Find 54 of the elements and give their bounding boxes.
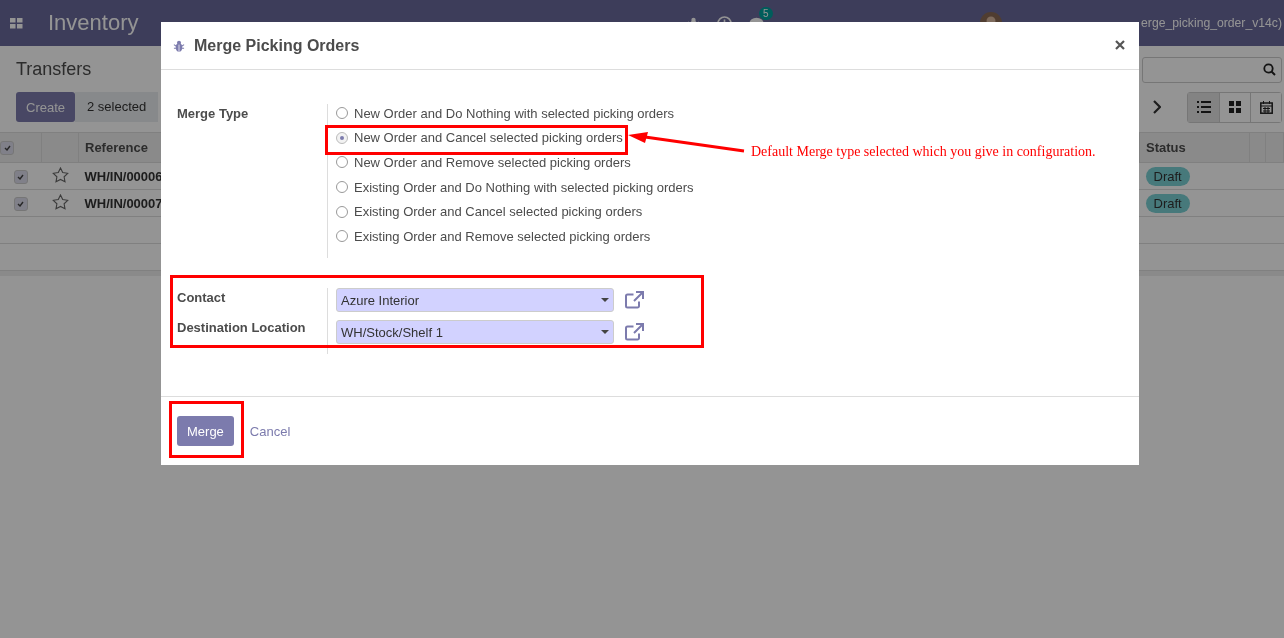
radio-label[interactable]: New Order and Cancel selected picking orders (354, 130, 623, 146)
star-icon[interactable] (51, 193, 69, 210)
radio-label[interactable]: Existing Order and Remove selected picking orders (354, 228, 651, 244)
star-icon[interactable] (51, 166, 69, 183)
bug-icon (173, 39, 185, 52)
radio-label[interactable]: Existing Order and Do Nothing with selected picking orders (354, 179, 694, 195)
radio-label[interactable]: New Order and Remove selected picking orders (354, 155, 631, 170)
list-icon[interactable] (1196, 101, 1211, 113)
app-name: Inventory (48, 10, 139, 36)
column-header[interactable]: Reference (85, 140, 148, 155)
table-cell: WH/IN/00006 (84, 168, 163, 184)
external-link-icon[interactable] (625, 323, 645, 341)
radio-button[interactable] (336, 156, 348, 169)
radio-label[interactable]: New Order and Do Nothing with selected picking orders (354, 105, 675, 121)
grid-icon[interactable] (1229, 101, 1241, 113)
checkmark-icon (3, 145, 11, 152)
caret-icon (601, 330, 609, 334)
row-checkbox[interactable] (13, 196, 28, 211)
external-link-icon[interactable] (625, 291, 645, 309)
status-badge: Draft (1145, 166, 1190, 186)
status-badge: Draft (1145, 193, 1190, 213)
annotation-text: Default Merge type selected which you give in configuration. (751, 144, 1096, 160)
calendar-icon[interactable] (1259, 100, 1273, 114)
dropdown-field[interactable]: Azure Interior (336, 288, 614, 312)
selection-count: 2 selected (75, 92, 159, 122)
list-view-button[interactable] (1188, 92, 1219, 122)
next-page-icon[interactable] (1152, 100, 1161, 114)
cancel-link[interactable]: Cancel (249, 423, 291, 439)
field-label: Merge Type (177, 106, 250, 121)
checkmark-icon (17, 173, 25, 180)
page-title: Transfers (16, 59, 92, 80)
caret-icon (601, 298, 609, 302)
apps-icon[interactable] (10, 17, 23, 29)
radio-label[interactable]: Existing Order and Cancel selected picking orders (354, 204, 643, 220)
dialog-title: Merge Picking Orders (194, 36, 360, 55)
checkmark-icon (17, 200, 25, 207)
radio-button[interactable] (336, 181, 348, 194)
radio-button[interactable] (336, 107, 348, 120)
radio-button[interactable] (336, 230, 348, 243)
merge-button[interactable]: Merge (177, 416, 234, 446)
user-menu[interactable]: erge_picking_order_v14c) (1141, 16, 1282, 30)
field-label: Contact (177, 290, 227, 305)
select-all-checkbox[interactable] (0, 141, 14, 156)
radio-button[interactable] (336, 131, 348, 144)
field-label: Destination Location (177, 320, 307, 335)
notification-badge: 5 (759, 6, 773, 20)
search-icon[interactable] (1263, 63, 1276, 76)
search-field[interactable] (1142, 56, 1282, 83)
column-header[interactable]: Status (1146, 140, 1186, 155)
row-checkbox[interactable] (13, 169, 28, 184)
radio-button[interactable] (336, 205, 348, 218)
table-cell: WH/IN/00007 (84, 195, 163, 211)
calendar-view-button[interactable] (1250, 92, 1281, 122)
dropdown-field[interactable]: WH/Stock/Shelf 1 (336, 320, 614, 344)
